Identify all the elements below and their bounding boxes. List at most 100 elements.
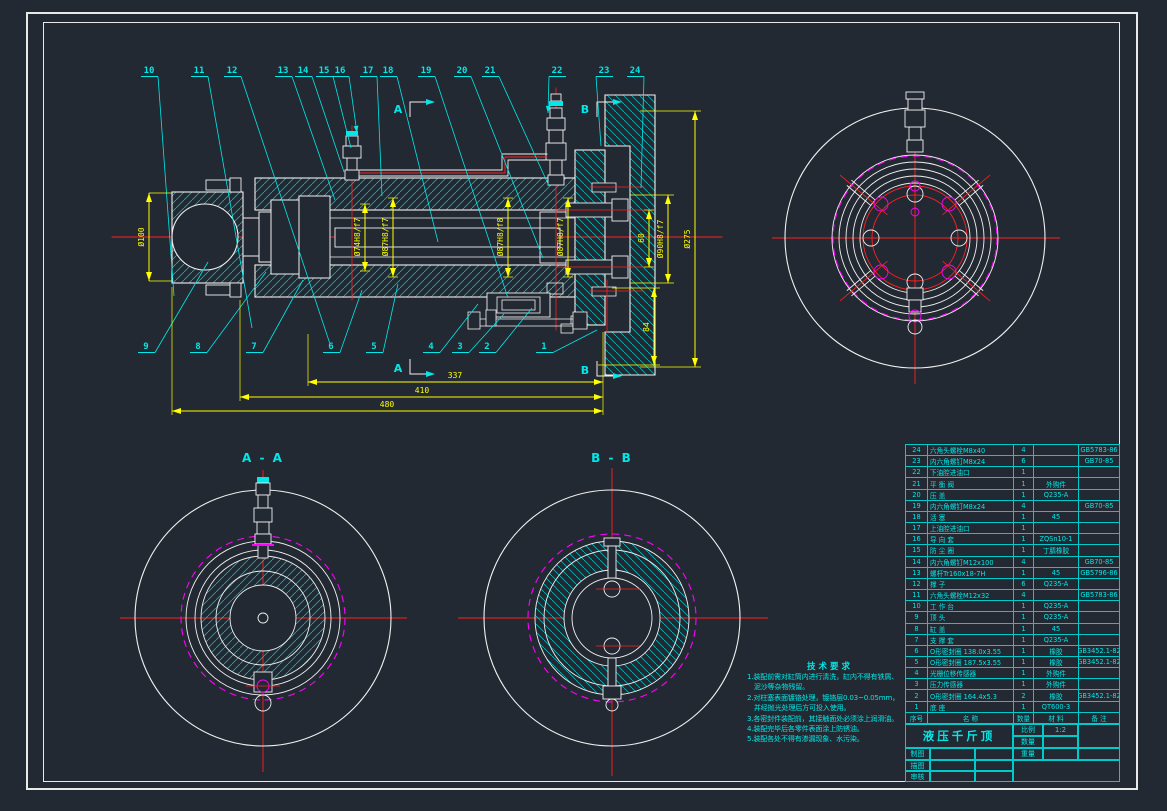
parts-row: 21平 衡 阀1外购件 <box>906 477 1119 488</box>
parts-cell <box>1033 456 1078 466</box>
callout-number: 13 <box>278 66 289 76</box>
callout-number: 24 <box>630 66 641 76</box>
parts-cell <box>1078 478 1119 488</box>
callout-leader <box>548 77 549 114</box>
parts-header-cell: 序号 <box>906 713 927 723</box>
section-view-bb: B - B <box>458 451 768 776</box>
parts-row: 1底 座1QT600-3 <box>906 701 1119 712</box>
parts-cell: 1 <box>1013 702 1033 712</box>
callout-number: 23 <box>599 66 610 76</box>
parts-cell <box>1078 702 1119 712</box>
parts-list-table: 24六角头螺栓M8x404GB5783-8623内六角螺钉M8x246GB70-… <box>905 444 1120 724</box>
callout-leader <box>553 330 597 353</box>
callout-number: 3 <box>457 342 462 352</box>
parts-row: 2O形密封圈 164.4x5.32橡胶GB3452.1-82 <box>906 689 1119 700</box>
parts-row: 13螺杆Tr160x18-7H145GB5796-86 <box>906 567 1119 578</box>
parts-cell: Q235-A <box>1033 612 1078 622</box>
callout-number: 15 <box>319 66 330 76</box>
parts-cell <box>1078 635 1119 645</box>
parts-cell: O形密封圈 138.0x3.55 <box>927 646 1013 656</box>
parts-cell: 45 <box>1033 512 1078 522</box>
callout-number: 14 <box>298 66 309 76</box>
parts-cell: 45 <box>1033 568 1078 578</box>
title-block-cell <box>975 760 1013 771</box>
parts-cell: 5 <box>906 657 927 667</box>
parts-row: 17上油腔进油口1 <box>906 522 1119 533</box>
oil-pipe <box>360 154 547 176</box>
parts-cell <box>1078 534 1119 544</box>
spoke-edge <box>851 276 875 296</box>
parts-cell: 内六角螺钉M12x100 <box>927 557 1013 567</box>
parts-cell: 上油腔进油口 <box>927 523 1013 533</box>
parts-cell: 六角头螺栓M12x32 <box>927 590 1013 600</box>
parts-cell: 4 <box>1013 557 1033 567</box>
parts-row: 3压力传感器1外购件 <box>906 678 1119 689</box>
parts-cell: 13 <box>906 568 927 578</box>
parts-cell: O形密封圈 164.4x5.3 <box>927 690 1013 700</box>
parts-row: 24六角头螺栓M8x404GB5783-86 <box>906 445 1119 455</box>
parts-row: 15防 尘 圈1丁腈橡胶 <box>906 544 1119 555</box>
parts-cell: 22 <box>906 467 927 477</box>
end-view <box>772 92 1060 384</box>
scale-value: 1:2 <box>1043 724 1078 736</box>
parts-cell: 20 <box>906 490 927 500</box>
title-block-cell <box>1013 760 1120 782</box>
parts-cell: GB70-85 <box>1078 501 1119 511</box>
end-view-top-fitting <box>905 92 925 152</box>
dim-label: Ø100 <box>136 227 146 246</box>
parts-cell: 缸 盖 <box>927 624 1013 634</box>
title-block-cell <box>1043 736 1078 748</box>
parts-cell: 2 <box>1013 690 1033 700</box>
callout-number: 11 <box>194 66 205 76</box>
dim-label: 410 <box>415 386 430 395</box>
parts-row: 14内六角螺钉M12x1004 GB70-85 <box>906 556 1119 567</box>
dim-label: Ø74H8/f7 <box>352 218 362 257</box>
parts-row: 5O形密封圈 187.5x3.551橡胶GB3452.1-82 <box>906 656 1119 667</box>
dim-label: Ø87H8/f7 <box>380 218 390 257</box>
parts-cell <box>1078 545 1119 555</box>
callout-number: 1 <box>541 342 546 352</box>
title-block-cell <box>975 748 1013 760</box>
parts-cell: 17 <box>906 523 927 533</box>
spoke-edge <box>955 180 979 200</box>
parts-header-cell: 数量 <box>1013 713 1033 723</box>
callout-number: 5 <box>371 342 376 352</box>
parts-cell: 外购件 <box>1033 478 1078 488</box>
callout-leader <box>499 77 549 187</box>
dim-label: Ø90H8/f7 <box>655 220 665 259</box>
parts-cell <box>1078 523 1119 533</box>
parts-cell: 橡胶 <box>1033 657 1078 667</box>
parts-cell: 7 <box>906 635 927 645</box>
parts-cell: 底 座 <box>927 702 1013 712</box>
callout-leader <box>158 77 174 297</box>
marker-b-top: B <box>581 103 589 116</box>
parts-cell: 1 <box>1013 478 1033 488</box>
parts-row: 22下油腔进油口1 <box>906 466 1119 477</box>
dim-label: Ø87H8/f8 <box>495 218 505 257</box>
parts-cell: 1 <box>1013 490 1033 500</box>
parts-header-row: 序号名 称数量材 料备 注 <box>906 712 1119 723</box>
callout-leader <box>333 77 351 149</box>
parts-cell: 14 <box>906 557 927 567</box>
parts-cell: 4 <box>1013 501 1033 511</box>
parts-cell: 外购件 <box>1033 679 1078 689</box>
parts-cell: 顶 头 <box>927 612 1013 622</box>
parts-cell: 45 <box>1033 624 1078 634</box>
parts-cell: 21 <box>906 478 927 488</box>
parts-row: 12撑 子6Q235-A <box>906 578 1119 589</box>
parts-row: 6O形密封圈 138.0x3.551橡胶GB3452.1-82 <box>906 645 1119 656</box>
parts-cell: 1 <box>906 702 927 712</box>
parts-cell: 支 撑 套 <box>927 635 1013 645</box>
marker-a-top: A <box>394 103 403 116</box>
parts-cell: 4 <box>906 668 927 678</box>
section-arrow <box>426 371 435 377</box>
dim-label: 337 <box>448 371 463 380</box>
parts-row: 10工 作 台1Q235-A <box>906 600 1119 611</box>
parts-cell: 19 <box>906 501 927 511</box>
parts-cell: 1 <box>1013 523 1033 533</box>
parts-row: 19内六角螺钉M8x244GB70-85 <box>906 500 1119 511</box>
dim-label: 84 <box>642 322 651 332</box>
callout-leader <box>349 77 357 134</box>
parts-cell: GB70-85 <box>1078 557 1119 567</box>
callout-number: 2 <box>484 342 489 352</box>
